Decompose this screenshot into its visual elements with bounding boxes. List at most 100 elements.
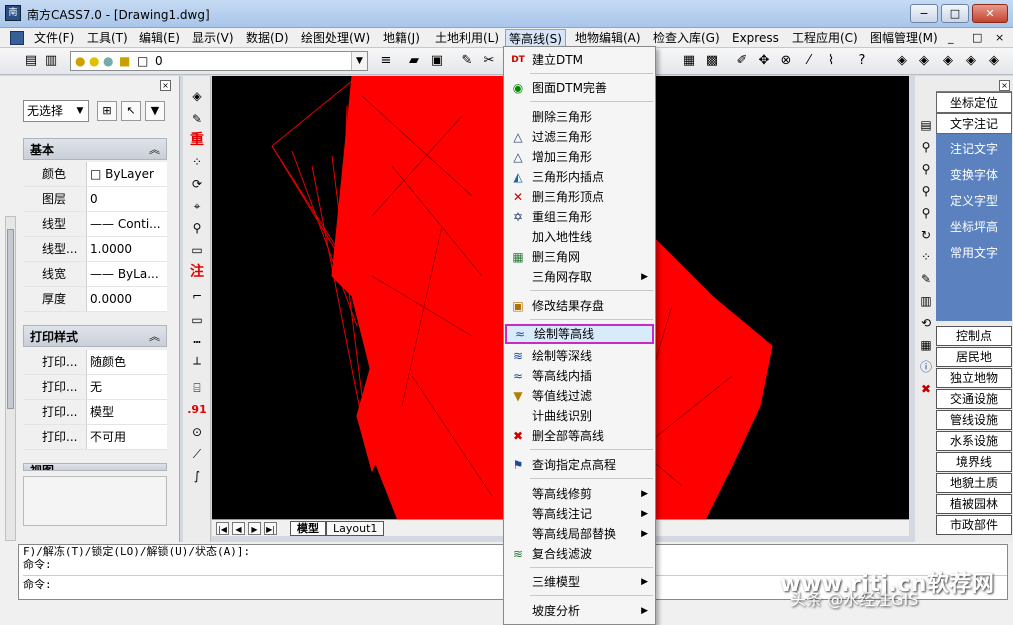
eraser-icon[interactable]: ✂ xyxy=(480,52,498,70)
menu-item-delete-vertex[interactable]: ✕删三角形顶点 xyxy=(505,187,654,207)
prop-row-linetype-scale[interactable]: 线型...1.0000 xyxy=(23,237,167,262)
menu-cadastre[interactable]: 地籍(J) xyxy=(380,29,423,47)
next-tab-icon[interactable]: ▶ xyxy=(248,522,261,535)
pickadd-toggle-icon[interactable]: ▼ xyxy=(145,101,165,121)
curve-icon[interactable]: ∫ xyxy=(187,466,207,486)
collapse-chevron-icon[interactable]: ︽ xyxy=(149,326,160,348)
menu-check-storage[interactable]: 检查入库(G) xyxy=(650,29,723,47)
menu-item-contour-interp[interactable]: ≈等高线内插 xyxy=(505,366,654,386)
collapse-chevron-icon[interactable]: ︽ xyxy=(149,139,160,161)
btn-pipeline[interactable]: 管线设施 xyxy=(936,410,1012,430)
ruler-icon[interactable]: ▭ xyxy=(187,240,207,260)
menu-drawing-process[interactable]: 绘图处理(W) xyxy=(298,29,373,47)
tab-layout1[interactable]: Layout1 xyxy=(326,521,384,536)
pen-edit-icon[interactable]: ✎ xyxy=(187,109,207,129)
menu-item-contour-label[interactable]: 等高线注记▶ xyxy=(505,504,654,524)
btn-municipal[interactable]: 市政部件 xyxy=(936,515,1012,535)
menu-item-dtm-refine[interactable]: ◉图面DTM完善 xyxy=(505,78,654,98)
tool-tag-4-icon[interactable]: ◈ xyxy=(962,52,980,70)
menu-contour[interactable]: 等高线(S) xyxy=(505,29,566,47)
menu-file[interactable]: 文件(F) xyxy=(31,29,77,47)
circle-point-icon[interactable]: ⊙ xyxy=(187,422,207,442)
btn-control-point[interactable]: 控制点 xyxy=(936,326,1012,346)
screen-menu-coord-elev[interactable]: 坐标坪高 xyxy=(936,217,1012,238)
diagonal-line-icon[interactable]: ⟋ xyxy=(187,444,207,464)
document-system-icon[interactable] xyxy=(10,31,24,45)
quick-select-icon[interactable]: ⊞ xyxy=(97,101,117,121)
menu-item-polyline-filter[interactable]: ≋复合线滤波 xyxy=(505,544,654,564)
menu-item-delete-contours[interactable]: ✖删全部等高线 xyxy=(505,426,654,446)
btn-landform[interactable]: 地貌土质 xyxy=(936,473,1012,493)
cass-app-icon[interactable]: 南 xyxy=(5,5,21,21)
screen-menu-define-style[interactable]: 定义字型 xyxy=(936,191,1012,212)
prop-row-plot-style[interactable]: 打印...随颜色 xyxy=(23,350,167,375)
menu-item-3d-model[interactable]: 三维模型▶ xyxy=(505,572,654,592)
panel-close-icon[interactable]: × xyxy=(160,80,171,91)
layer-filter-icon[interactable]: ▥ xyxy=(917,292,935,310)
prop-row-plot-attached[interactable]: 打印...模型 xyxy=(23,400,167,425)
prop-row-linetype[interactable]: 线型—— Conti... xyxy=(23,212,167,237)
menu-item-contour-replace[interactable]: 等高线局部替换▶ xyxy=(505,524,654,544)
menu-item-filter-triangle[interactable]: △过滤三角形 xyxy=(505,127,654,147)
regen-icon[interactable]: ↻ xyxy=(917,226,935,244)
btn-transport[interactable]: 交通设施 xyxy=(936,389,1012,409)
help-icon[interactable]: ? xyxy=(853,52,871,70)
mdi-restore-button[interactable]: □ xyxy=(972,30,982,46)
menu-engineering[interactable]: 工程应用(C) xyxy=(789,29,861,47)
annotate-tool[interactable]: 注 xyxy=(187,262,207,282)
minimize-button[interactable]: − xyxy=(910,4,938,23)
rotate-icon[interactable]: ⟳ xyxy=(187,174,207,194)
menu-item-contour-trim[interactable]: 等高线修剪▶ xyxy=(505,484,654,504)
first-tab-icon[interactable]: |◀ xyxy=(216,522,229,535)
layer-stack-icon[interactable]: ▤ xyxy=(917,116,935,134)
pencil-icon[interactable]: ✎ xyxy=(458,52,476,70)
grid-tool-icon[interactable]: ▦ xyxy=(680,52,698,70)
section-plot-style[interactable]: 打印样式 ︽ xyxy=(23,325,167,347)
table-icon[interactable]: ▦ xyxy=(917,336,935,354)
line-tool-icon[interactable]: ⁄ xyxy=(800,52,818,70)
menu-item-mesh-storage[interactable]: 三角网存取▶ xyxy=(505,267,654,287)
menu-express[interactable]: Express xyxy=(729,29,782,47)
open-folder-icon[interactable]: ▰ xyxy=(405,52,423,70)
mdi-minimize-button[interactable]: _ xyxy=(948,30,954,46)
rectangle-icon[interactable]: ▭ xyxy=(187,310,207,330)
dash-line-icon[interactable]: ┅ xyxy=(187,332,207,352)
section-basic[interactable]: 基本 ︽ xyxy=(23,138,167,160)
menu-view[interactable]: 显示(V) xyxy=(189,29,237,47)
layer-manager-icon[interactable]: ▤ xyxy=(22,52,40,70)
panel-close-icon[interactable]: × xyxy=(999,80,1010,91)
screen-menu-common-text[interactable]: 常用文字 xyxy=(936,243,1012,264)
menu-item-add-triangle[interactable]: △增加三角形 xyxy=(505,147,654,167)
prop-row-layer[interactable]: 图层0 xyxy=(23,187,167,212)
prop-row-lineweight[interactable]: 线宽—— ByLa... xyxy=(23,262,167,287)
screen-menu-change-font[interactable]: 变换字体 xyxy=(936,165,1012,186)
pan-move-icon[interactable]: ✥ xyxy=(755,52,773,70)
btn-vegetation[interactable]: 植被园林 xyxy=(936,494,1012,514)
menu-feature-edit[interactable]: 地物编辑(A) xyxy=(572,29,644,47)
prop-row-plot-type[interactable]: 打印...不可用 xyxy=(23,425,167,450)
menu-data[interactable]: 数据(D) xyxy=(243,29,292,47)
menu-item-triangle-interp[interactable]: ◭三角形内插点 xyxy=(505,167,654,187)
menu-item-regroup-triangle[interactable]: ✡重组三角形 xyxy=(505,207,654,227)
prop-row-color[interactable]: 颜色□ ByLayer xyxy=(23,162,167,187)
save-icon[interactable]: ▣ xyxy=(428,52,446,70)
tool-tag-5-icon[interactable]: ◈ xyxy=(985,52,1003,70)
menu-item-slope-analysis[interactable]: 坡度分析▶ xyxy=(505,601,654,621)
btn-boundary[interactable]: 境界线 xyxy=(936,452,1012,472)
menu-item-index-contour[interactable]: 计曲线识别 xyxy=(505,406,654,426)
tool-tag-1-icon[interactable]: ◈ xyxy=(893,52,911,70)
menu-item-build-dtm[interactable]: DT建立DTM xyxy=(505,50,654,70)
delete-x-icon[interactable]: ✖ xyxy=(917,380,935,398)
polyline-tool-icon[interactable]: ⌇ xyxy=(822,52,840,70)
corner-icon[interactable]: ⌐ xyxy=(187,286,207,306)
screen-menu-text-annotation[interactable]: 文字注记 xyxy=(936,113,1012,134)
tool-tag-2-icon[interactable]: ◈ xyxy=(915,52,933,70)
comb-line-icon[interactable]: ┴ xyxy=(187,354,207,374)
btn-water-system[interactable]: 水系设施 xyxy=(936,431,1012,451)
menu-item-contour-filter[interactable]: ▼等值线过滤 xyxy=(505,386,654,406)
menu-tools[interactable]: 工具(T) xyxy=(84,29,131,47)
menu-item-delete-mesh[interactable]: ▦删三角网 xyxy=(505,247,654,267)
maximize-button[interactable]: □ xyxy=(941,4,969,23)
node-icon[interactable]: ⁘ xyxy=(187,152,207,172)
prop-row-thickness[interactable]: 厚度0.0000 xyxy=(23,287,167,312)
